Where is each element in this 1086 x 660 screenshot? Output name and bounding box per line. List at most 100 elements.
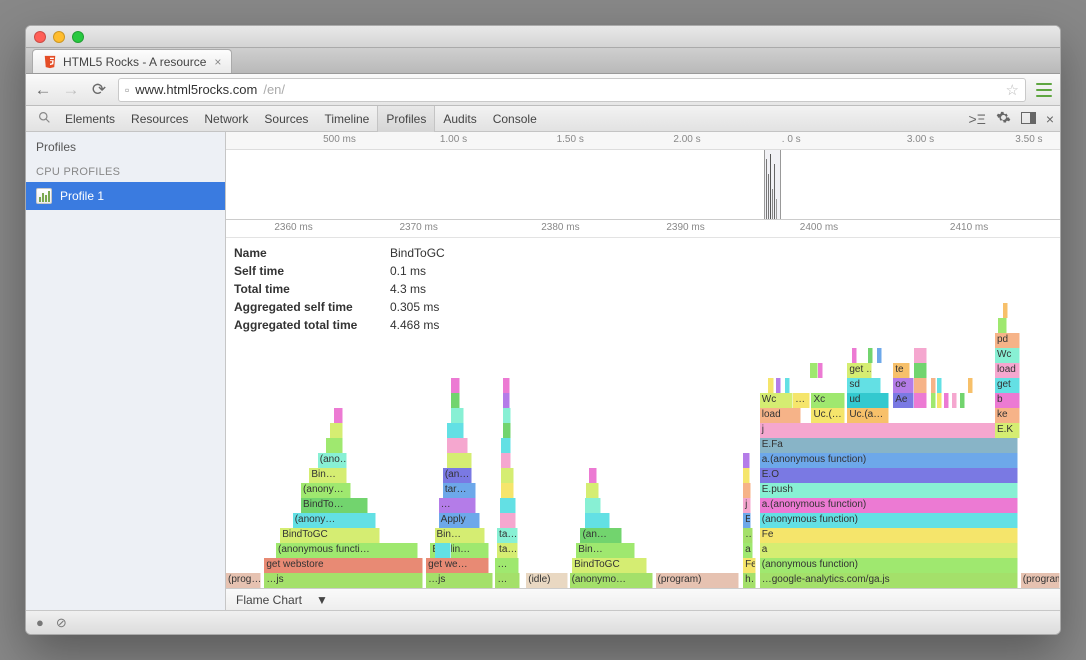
flame-block[interactable]: BindTo… (301, 498, 368, 513)
flame-block[interactable]: te (893, 363, 910, 378)
flame-block[interactable] (914, 393, 927, 408)
flame-block[interactable]: Uc.(… (811, 408, 844, 423)
flame-block[interactable]: load (760, 408, 802, 423)
flame-block[interactable]: b (995, 393, 1020, 408)
flame-block[interactable]: Bin… (576, 543, 634, 558)
search-icon[interactable] (38, 111, 51, 127)
flame-block[interactable]: Uc.(a… (847, 408, 889, 423)
flame-block[interactable]: …js (426, 573, 493, 588)
flame-block[interactable]: Wc (995, 348, 1020, 363)
flame-block[interactable]: Wc (760, 393, 793, 408)
reload-button[interactable]: ⟳ (90, 80, 108, 100)
flame-block[interactable]: BindToGC (572, 558, 647, 573)
overview-pane[interactable] (226, 150, 1060, 220)
flame-block[interactable]: … (495, 573, 520, 588)
flame-block[interactable] (451, 408, 464, 423)
flame-block[interactable]: … (793, 393, 810, 408)
flame-block[interactable] (334, 408, 342, 423)
flame-block[interactable]: (idle) (526, 573, 568, 588)
flame-block[interactable] (451, 393, 459, 408)
flame-block[interactable]: …google-analytics.com/ga.js (760, 573, 1019, 588)
flame-block[interactable]: load (995, 363, 1020, 378)
flame-block[interactable]: (anonymous functi… (276, 543, 418, 558)
flame-block[interactable] (914, 363, 927, 378)
flame-block[interactable]: Bin… (435, 528, 485, 543)
devtools-tab-resources[interactable]: Resources (123, 106, 196, 132)
devtools-tab-elements[interactable]: Elements (57, 106, 123, 132)
flame-block[interactable] (447, 423, 464, 438)
browser-tab[interactable]: HTML5 Rocks - A resource × (32, 49, 232, 73)
flame-block[interactable]: j (760, 423, 1010, 438)
flame-block[interactable]: ta… (497, 543, 518, 558)
flame-block[interactable] (743, 483, 751, 498)
flame-block[interactable] (914, 378, 927, 393)
flame-block[interactable] (768, 378, 774, 393)
flame-chart[interactable]: NameBindToGCSelf time0.1 msTotal time4.3… (226, 238, 1060, 588)
console-toggle-icon[interactable]: >Ξ (969, 111, 986, 127)
flame-block[interactable] (998, 318, 1006, 333)
flame-block[interactable]: Apply (439, 513, 481, 528)
flame-block[interactable] (931, 378, 936, 393)
flame-block[interactable]: Bin… (309, 468, 347, 483)
flame-block[interactable] (435, 543, 452, 558)
flame-block[interactable] (944, 393, 949, 408)
flame-block[interactable]: tar… (443, 483, 476, 498)
dock-icon[interactable] (1021, 111, 1036, 127)
flame-block[interactable] (785, 378, 790, 393)
flame-block[interactable]: get webstore (264, 558, 422, 573)
flame-block[interactable]: ta… (497, 528, 518, 543)
flame-block[interactable] (501, 438, 511, 453)
flame-block[interactable] (503, 393, 510, 408)
flame-block[interactable] (501, 468, 514, 483)
flame-block[interactable] (589, 468, 597, 483)
back-button[interactable]: ← (34, 80, 52, 100)
flame-block[interactable]: pd (995, 333, 1020, 348)
flame-block[interactable]: sd (847, 378, 880, 393)
flame-block[interactable]: Xc (811, 393, 844, 408)
flame-block[interactable]: (anony… (301, 483, 351, 498)
flame-block[interactable]: …js (264, 573, 422, 588)
view-mode-dropdown[interactable]: Flame Chart ▼ (236, 593, 328, 607)
devtools-tab-timeline[interactable]: Timeline (316, 106, 377, 132)
flame-block[interactable]: (ano… (318, 453, 347, 468)
flame-block[interactable] (743, 468, 750, 483)
flame-block[interactable] (330, 423, 343, 438)
devtools-tab-audits[interactable]: Audits (435, 106, 484, 132)
flame-block[interactable]: E.K (995, 423, 1020, 438)
address-bar[interactable]: ▫ www.html5rocks.com/en/ ☆ (118, 78, 1026, 102)
flame-block[interactable]: Ae (893, 393, 914, 408)
flame-block[interactable]: ud (847, 393, 889, 408)
flame-block[interactable] (852, 348, 858, 363)
devtools-tab-profiles[interactable]: Profiles (377, 106, 435, 132)
flame-block[interactable] (776, 378, 781, 393)
flame-block[interactable]: … (743, 528, 753, 543)
flame-block[interactable] (810, 363, 818, 378)
flame-block[interactable]: a (760, 543, 1019, 558)
flame-block[interactable]: (anonymo… (570, 573, 653, 588)
flame-block[interactable]: (anonymous function) (760, 513, 1019, 528)
flame-block[interactable] (326, 438, 343, 453)
flame-block[interactable]: (anonymous function) (760, 558, 1019, 573)
flame-block[interactable]: (program) (656, 573, 739, 588)
flame-block[interactable] (877, 348, 882, 363)
record-icon[interactable]: ● (36, 615, 44, 630)
flame-block[interactable] (937, 378, 942, 393)
flame-block[interactable] (743, 453, 750, 468)
flame-block[interactable]: (an… (443, 468, 472, 483)
close-devtools-icon[interactable]: × (1046, 111, 1054, 127)
flame-block[interactable] (501, 483, 514, 498)
close-window-button[interactable] (34, 31, 46, 43)
flame-block[interactable]: … (495, 558, 518, 573)
flame-block[interactable]: … (439, 498, 477, 513)
flame-block[interactable]: get … (847, 363, 872, 378)
flame-block[interactable] (937, 393, 942, 408)
flame-block[interactable]: get (995, 378, 1020, 393)
flame-block[interactable] (585, 498, 602, 513)
flame-block[interactable]: (an… (580, 528, 622, 543)
flame-block[interactable] (503, 408, 511, 423)
flame-block[interactable] (585, 513, 610, 528)
flame-block[interactable] (914, 348, 927, 363)
minimize-window-button[interactable] (53, 31, 65, 43)
tab-close-icon[interactable]: × (214, 55, 221, 69)
flame-block[interactable]: Fe (760, 528, 1019, 543)
